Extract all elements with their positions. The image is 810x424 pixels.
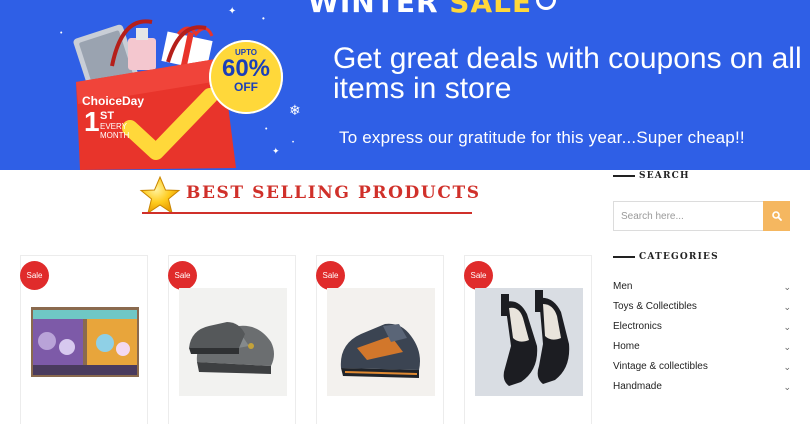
banner-title-main: WINTER [308, 0, 439, 19]
banner-subline: To express our gratitude for this year..… [339, 128, 745, 147]
chevron-down-icon[interactable]: ⌄ [783, 321, 791, 334]
title-bar [613, 255, 635, 258]
search-widget-title: SEARCH [613, 171, 690, 181]
chevron-down-icon[interactable]: ⌄ [783, 381, 791, 394]
chevron-down-icon[interactable]: ⌄ [783, 301, 791, 314]
category-item-men[interactable]: Men ⌄ [613, 280, 793, 300]
category-label: Home [613, 341, 640, 352]
categories-title-text: CATEGORIES [639, 252, 719, 262]
bag-every: EVERY [100, 122, 127, 131]
category-item-electronics[interactable]: Electronics ⌄ [613, 320, 793, 340]
category-list: Men ⌄ Toys & Collectibles ⌄ Electronics ⌄ H… [613, 280, 793, 400]
sale-badge: Sale [20, 261, 49, 290]
categories-widget-title: CATEGORIES [613, 252, 719, 262]
category-label: Handmade [613, 381, 662, 392]
product-card[interactable]: Sale [168, 255, 296, 424]
sale-badge: Sale [316, 261, 345, 290]
banner-headline: Get great deals with coupons on all item… [333, 42, 802, 105]
banner-title-accent: SALE [449, 0, 533, 19]
chevron-down-icon[interactable]: ⌄ [783, 341, 791, 354]
banner-title: WINTER SALE [308, 0, 532, 19]
category-label: Electronics [613, 321, 662, 332]
product-image-two-tone-heels[interactable] [475, 288, 583, 396]
product-image-hiking-shoe[interactable] [327, 288, 435, 396]
sale-badge: Sale [464, 261, 493, 290]
section-underline [142, 212, 472, 214]
two-tone-heels-image [475, 288, 583, 396]
category-item-toys-collectibles[interactable]: Toys & Collectibles ⌄ [613, 300, 793, 320]
bag-suffix: ST [100, 110, 115, 122]
star-icon [139, 175, 181, 215]
promo-banner[interactable]: WINTER SALE ✦ • • ❄ • ✦ • ChoiceDay 1 ST… [0, 0, 810, 170]
search-title-text: SEARCH [639, 171, 690, 181]
category-label: Men [613, 281, 633, 292]
snowflake-ring-icon [536, 0, 556, 10]
search-icon [771, 211, 782, 221]
product-card[interactable]: Sale [20, 255, 148, 424]
category-item-vintage-collectibles[interactable]: Vintage & collectibles ⌄ [613, 360, 793, 380]
discount-off: OFF [234, 80, 258, 94]
search-button[interactable] [763, 201, 790, 231]
title-bar [613, 174, 635, 177]
discount-value: 60% [221, 55, 271, 82]
product-image-toy-set[interactable] [31, 288, 139, 396]
gray-work-shoe-image [179, 288, 287, 396]
category-item-handmade[interactable]: Handmade ⌄ [613, 380, 793, 400]
section-title: BEST SELLING PRODUCTS [186, 183, 481, 203]
hiking-shoe-image [327, 288, 435, 396]
product-card[interactable]: Sale [316, 255, 444, 424]
product-image-gray-work-shoe[interactable] [179, 288, 287, 396]
sale-badge: Sale [168, 261, 197, 290]
category-label: Toys & Collectibles [613, 301, 697, 312]
toy-set-image [31, 307, 139, 377]
bag-number: 1 [84, 106, 100, 137]
chevron-down-icon[interactable]: ⌄ [783, 281, 791, 294]
chevron-down-icon[interactable]: ⌄ [783, 361, 791, 374]
product-card[interactable]: Sale [464, 255, 592, 424]
discount-badge: UPTO 60% OFF [209, 40, 283, 114]
category-label: Vintage & collectibles [613, 361, 708, 372]
search-input[interactable] [613, 201, 763, 231]
bag-month: MONTH [100, 131, 130, 140]
category-item-home[interactable]: Home ⌄ [613, 340, 793, 360]
